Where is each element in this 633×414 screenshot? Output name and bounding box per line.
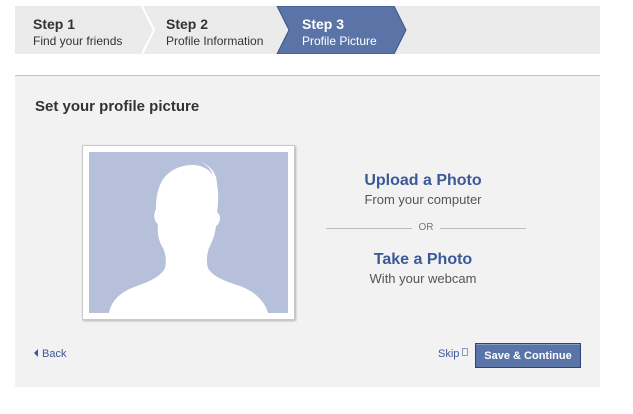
- take-photo-link[interactable]: Take a Photo: [323, 251, 523, 269]
- step-3-number: Step 3: [302, 16, 345, 32]
- take-photo-desc: With your webcam: [369, 271, 477, 286]
- profile-photo-frame: [82, 145, 295, 320]
- page-title: Set your profile picture: [35, 98, 200, 115]
- external-link-icon: [462, 348, 469, 356]
- back-link[interactable]: Back: [34, 348, 66, 360]
- or-divider: OR: [326, 221, 526, 235]
- back-label: Back: [42, 348, 67, 360]
- upload-photo-option[interactable]: Upload a Photo From your computer: [323, 172, 523, 207]
- step-2: Step 2 Profile Information: [145, 6, 295, 54]
- or-line-right: [440, 228, 526, 229]
- take-photo-option[interactable]: Take a Photo With your webcam: [323, 251, 523, 286]
- step-1: Step 1 Find your friends: [15, 6, 155, 54]
- back-arrow-icon: [34, 349, 38, 357]
- step-1-label: Find your friends: [33, 34, 123, 48]
- skip-label: Skip: [438, 348, 460, 360]
- step-2-label: Profile Information: [166, 34, 264, 48]
- person-silhouette-icon: [109, 162, 268, 313]
- step-progress-bar: Step 1 Find your friends Step 2 Profile …: [15, 6, 600, 54]
- default-avatar: [89, 152, 288, 313]
- skip-link[interactable]: Skip: [438, 348, 469, 360]
- step-3-label: Profile Picture: [302, 34, 377, 48]
- step-3-active: Step 3 Profile Picture: [277, 6, 407, 54]
- save-continue-button[interactable]: Save & Continue: [475, 343, 581, 368]
- upload-photo-desc: From your computer: [364, 192, 482, 207]
- step-2-number: Step 2: [166, 16, 209, 32]
- step-1-number: Step 1: [33, 16, 76, 32]
- profile-picture-panel: Set your profile picture Upload a Photo …: [15, 76, 600, 387]
- upload-photo-link[interactable]: Upload a Photo: [323, 172, 523, 190]
